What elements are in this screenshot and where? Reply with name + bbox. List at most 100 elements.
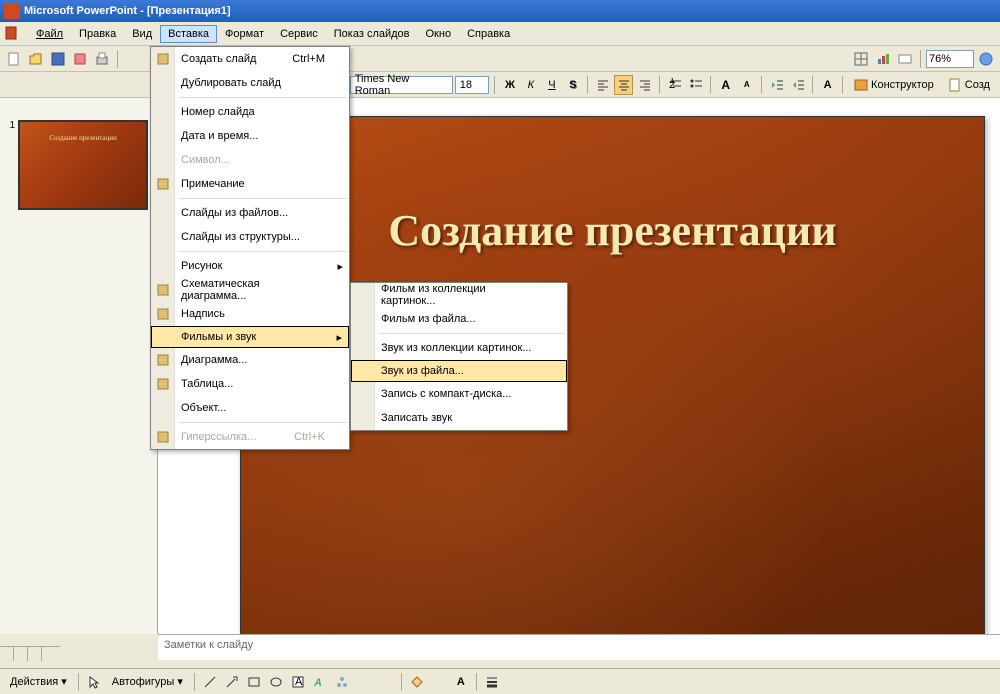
menu-item-звук-из-файла-[interactable]: Звук из файла...: [351, 360, 567, 382]
menu-item-создать-слайд[interactable]: Создать слайдCtrl+M: [151, 47, 349, 71]
slide-thumbnail-1[interactable]: 1 Создание презентации: [0, 116, 157, 214]
align-center-button[interactable]: [614, 75, 633, 95]
show-button[interactable]: [895, 49, 915, 69]
menu-item-label: Гиперссылка...: [181, 431, 256, 443]
menu-item-фильм-из-коллекции-картинок-[interactable]: Фильм из коллекции картинок...: [351, 283, 567, 307]
help-button[interactable]: [976, 49, 996, 69]
menu-item-схематическая-диаграмма-[interactable]: Схематическая диаграмма...: [151, 278, 349, 302]
arrow-style-button[interactable]: [526, 672, 546, 692]
spell-button[interactable]: [123, 49, 143, 69]
underline-button[interactable]: Ч: [542, 75, 561, 95]
menu-item-надпись[interactable]: Надпись: [151, 302, 349, 326]
diagram-button[interactable]: [332, 672, 352, 692]
menu-item-фильмы-и-звук[interactable]: Фильмы и звук ▸: [151, 326, 349, 348]
clipart-button[interactable]: [354, 672, 374, 692]
slideshow-view-button[interactable]: [28, 647, 42, 661]
chart-button[interactable]: [873, 49, 893, 69]
menu-tools[interactable]: Сервис: [272, 25, 326, 43]
drawing-toolbar: Действия▾ Автофигуры▾ A A A: [0, 668, 1000, 694]
numbered-list-button[interactable]: 12: [665, 75, 684, 95]
menu-slideshow[interactable]: Показ слайдов: [326, 25, 418, 43]
menu-insert[interactable]: Вставка: [160, 25, 217, 43]
select-button[interactable]: [84, 672, 104, 692]
view-buttons: [0, 646, 60, 660]
comment-icon: [155, 176, 171, 192]
bold-button[interactable]: Ж: [500, 75, 519, 95]
menu-item-диаграмма-[interactable]: Диаграмма...: [151, 348, 349, 372]
fill-color-button[interactable]: [407, 672, 427, 692]
svg-text:A: A: [295, 676, 303, 688]
tables-borders-button[interactable]: [851, 49, 871, 69]
menu-window[interactable]: Окно: [418, 25, 460, 43]
menu-item-label: Звук из файла...: [381, 365, 464, 377]
menu-item-звук-из-коллекции-картинок-[interactable]: Звук из коллекции картинок...: [351, 336, 567, 360]
menu-item-фильм-из-файла-[interactable]: Фильм из файла...: [351, 307, 567, 331]
menu-item-label: Запись с компакт-диска...: [381, 388, 511, 400]
font-size-combo[interactable]: 18: [455, 76, 490, 94]
bulleted-list-button[interactable]: [686, 75, 705, 95]
notes-placeholder: Заметки к слайду: [164, 639, 253, 651]
font-color-button[interactable]: A: [818, 75, 837, 95]
notes-pane[interactable]: Заметки к слайду: [158, 634, 1000, 660]
new-slide-button[interactable]: Созд: [942, 78, 996, 92]
menu-edit[interactable]: Правка: [71, 25, 124, 43]
menu-item-примечание[interactable]: Примечание: [151, 172, 349, 196]
menu-item-записать-звук[interactable]: Записать звук: [351, 406, 567, 430]
picture-button[interactable]: [376, 672, 396, 692]
align-left-button[interactable]: [593, 75, 612, 95]
normal-view-button[interactable]: [0, 647, 14, 661]
3d-style-button[interactable]: [570, 672, 590, 692]
autoshapes-menu[interactable]: Автофигуры▾: [106, 675, 189, 688]
actions-menu[interactable]: Действия▾: [4, 675, 73, 688]
arrow-button[interactable]: [222, 672, 242, 692]
menu-item-label: Символ...: [181, 154, 230, 166]
italic-button[interactable]: К: [521, 75, 540, 95]
menu-item-слайды-из-файлов-[interactable]: Слайды из файлов...: [151, 201, 349, 225]
menu-item-рисунок[interactable]: Рисунок▸: [151, 254, 349, 278]
menu-item-номер-слайда[interactable]: Номер слайда: [151, 100, 349, 124]
menu-item-гиперссылка-: Гиперссылка... Ctrl+K: [151, 425, 349, 449]
open-button[interactable]: [26, 49, 46, 69]
menu-item-объект-[interactable]: Объект...: [151, 396, 349, 420]
menu-item-label: Фильмы и звук: [181, 331, 256, 343]
increase-indent-button[interactable]: [788, 75, 807, 95]
designer-button[interactable]: Конструктор: [848, 78, 940, 92]
textbox-button[interactable]: A: [288, 672, 308, 692]
menu-item-дублировать-слайд[interactable]: Дублировать слайд: [151, 71, 349, 95]
submenu-arrow-icon: ▸: [336, 331, 342, 344]
line-button[interactable]: [200, 672, 220, 692]
shadow-button[interactable]: S: [563, 75, 582, 95]
slide-thumbnails-panel: 1 Создание презентации: [0, 98, 158, 634]
line-color-button[interactable]: [429, 672, 449, 692]
menu-item-дата-и-время-[interactable]: Дата и время...: [151, 124, 349, 148]
menu-item-таблица-[interactable]: Таблица...: [151, 372, 349, 396]
menu-help[interactable]: Справка: [459, 25, 518, 43]
line-style-button[interactable]: [482, 672, 502, 692]
shadow-style-button[interactable]: [548, 672, 568, 692]
rectangle-button[interactable]: [244, 672, 264, 692]
wordart-button[interactable]: A: [310, 672, 330, 692]
zoom-combo[interactable]: 76%: [926, 50, 974, 68]
decrease-indent-button[interactable]: [767, 75, 786, 95]
menu-item-label: Слайды из структуры...: [181, 231, 300, 243]
menu-item-label: Диаграмма...: [181, 354, 247, 366]
new-button[interactable]: [4, 49, 24, 69]
decrease-font-button[interactable]: A: [737, 75, 756, 95]
sorter-view-button[interactable]: [14, 647, 28, 661]
menu-item-слайды-из-структуры-[interactable]: Слайды из структуры...: [151, 225, 349, 249]
menu-item-запись-с-компакт-диска-[interactable]: Запись с компакт-диска...: [351, 382, 567, 406]
menu-file[interactable]: Файл: [28, 25, 71, 43]
menu-shortcut: Ctrl+K: [294, 431, 325, 443]
permission-button[interactable]: [70, 49, 90, 69]
align-right-button[interactable]: [635, 75, 654, 95]
oval-button[interactable]: [266, 672, 286, 692]
menu-format[interactable]: Формат: [217, 25, 272, 43]
font-name-combo[interactable]: Times New Roman: [350, 76, 453, 94]
dash-style-button[interactable]: [504, 672, 524, 692]
slide-title-text[interactable]: Создание презентации: [241, 205, 984, 256]
font-color-button-2[interactable]: A: [451, 672, 471, 692]
print-button[interactable]: [92, 49, 112, 69]
menu-view[interactable]: Вид: [124, 25, 160, 43]
save-button[interactable]: [48, 49, 68, 69]
increase-font-button[interactable]: A: [716, 75, 735, 95]
